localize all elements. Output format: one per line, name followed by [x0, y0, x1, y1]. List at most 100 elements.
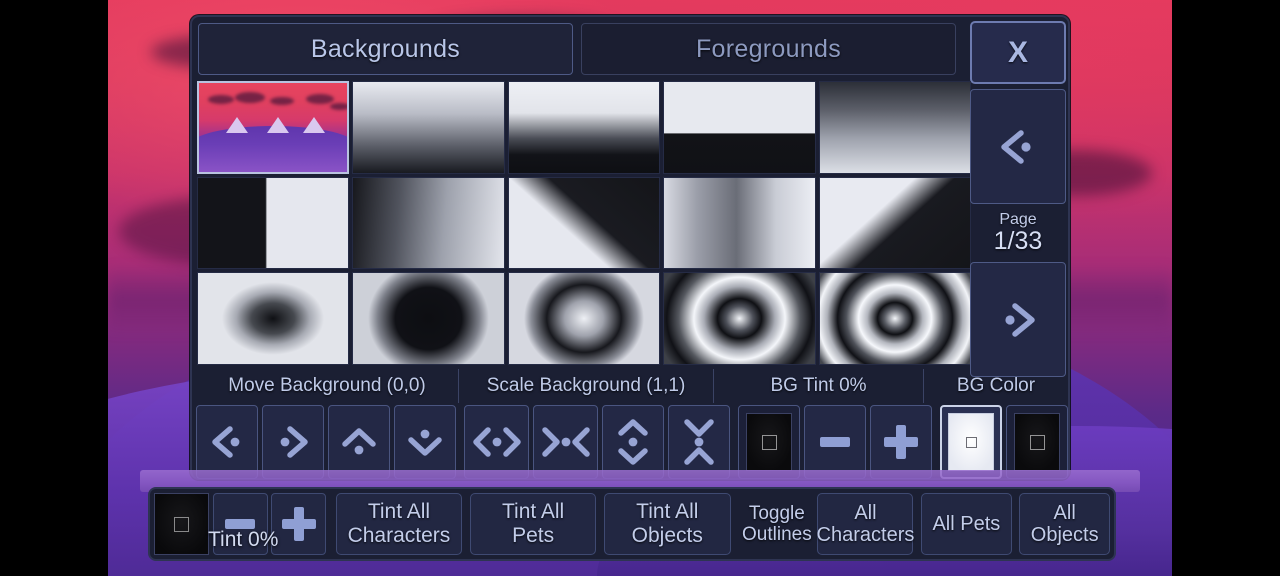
tint-all-characters-line1: Tint All [367, 500, 431, 524]
all-characters-line2: Characters [816, 524, 915, 546]
thumbnail-preview [353, 273, 504, 364]
tab-foregrounds-label: Foregrounds [695, 34, 842, 63]
swatch-inner-square [761, 434, 777, 450]
global-tint-increase-button[interactable] [271, 493, 327, 555]
all-objects-line2: Objects [1030, 524, 1099, 546]
contract-horizontal-icon [541, 427, 590, 457]
scale-height-decrease-button[interactable] [668, 405, 730, 479]
thumbnail-split-vertical[interactable] [197, 176, 350, 270]
thumbnail-radial-rings-two[interactable] [663, 272, 816, 365]
thumbnail-gradient-horizontal-inverse[interactable] [663, 176, 816, 270]
arrow-right-dot-icon [280, 426, 308, 458]
thumbnail-split-horizontal[interactable] [663, 81, 816, 174]
move-up-button[interactable] [328, 405, 390, 479]
thumbnail-diagonal-up-right[interactable] [507, 176, 661, 270]
thumbnail-preview [199, 83, 348, 172]
scale-width-decrease-button[interactable] [533, 405, 598, 479]
scale-button-group [464, 405, 730, 479]
thumbnail-gradient-vertical-dark-top[interactable] [818, 81, 971, 174]
thumbnail-preview [508, 82, 660, 173]
thumbnail-preview [664, 177, 815, 269]
plus-icon [884, 425, 918, 459]
all-pets-line1: All Pets [932, 512, 1001, 535]
thumbnail-preview [353, 177, 504, 269]
thumbnail-gradient-vertical-hard[interactable] [507, 81, 661, 174]
global-tint-decrease-button[interactable] [212, 493, 268, 555]
chevron-left-dot-icon [1001, 129, 1031, 164]
swatch-inner-square [1029, 434, 1045, 450]
thumbnail-radial-dark-ellipse[interactable] [352, 272, 505, 365]
thumbnail-radial-rings-three[interactable] [818, 272, 971, 365]
thumbnail-radial-light-center[interactable] [507, 272, 661, 365]
bg-tint-increase-button[interactable] [870, 405, 932, 479]
thumbnail-diagonal-down-right[interactable] [818, 176, 971, 270]
all-pets-button[interactable]: All Pets [921, 493, 1012, 555]
tab-foregrounds[interactable]: Foregrounds [581, 23, 956, 75]
page-indicator: Page 1/33 [970, 204, 1066, 262]
bg-tint-decrease-button[interactable] [804, 405, 866, 479]
move-down-button[interactable] [394, 405, 456, 479]
scale-height-increase-button[interactable] [602, 405, 664, 479]
expand-vertical-icon [618, 419, 648, 465]
scenic-peak [302, 116, 325, 133]
move-background-label: Move Background (0,0) [196, 369, 459, 403]
scenic-cloud [207, 95, 234, 105]
tab-bar: Backgrounds Foregrounds [198, 23, 956, 75]
tint-all-pets-button[interactable]: Tint All Pets [469, 493, 597, 555]
bg-color-white-swatch[interactable] [940, 405, 1002, 479]
next-page-button[interactable] [970, 262, 1066, 377]
thumbnail-preview [353, 82, 504, 173]
scenic-cloud [329, 102, 348, 110]
close-button[interactable]: X [970, 21, 1066, 84]
thumbnail-preview [198, 273, 349, 364]
thumbnail-grid [197, 81, 971, 365]
bg-tint-group [738, 405, 932, 479]
move-button-group [196, 405, 456, 479]
all-objects-button[interactable]: All Objects [1019, 493, 1111, 555]
tint-all-objects-line1: Tint All [636, 500, 699, 524]
thumbnail-gradient-horizontal[interactable] [352, 176, 505, 270]
contract-vertical-icon [684, 419, 714, 465]
control-section-labels: Move Background (0,0) Scale Background (… [196, 369, 1068, 403]
toggle-outlines-line1: Toggle [748, 502, 805, 524]
tint-all-objects-line2: Objects [631, 524, 703, 547]
all-characters-button[interactable]: All Characters [816, 493, 915, 555]
bg-color-black-swatch[interactable] [1006, 405, 1068, 479]
page-label: Page [999, 210, 1037, 228]
tab-backgrounds[interactable]: Backgrounds [198, 23, 573, 75]
tab-backgrounds-label: Backgrounds [310, 34, 461, 63]
swatch-inner-square [173, 516, 189, 532]
global-tint-swatch[interactable] [154, 493, 209, 555]
thumbnail-scenic-sunset-landscape[interactable] [197, 81, 350, 174]
thumbnail-preview [508, 177, 660, 269]
thumbnail-preview [198, 177, 349, 269]
move-left-button[interactable] [196, 405, 258, 479]
tint-all-characters-line2: Characters [347, 524, 451, 547]
previous-page-button[interactable] [970, 89, 1066, 204]
arrow-down-dot-icon [408, 429, 442, 456]
thumbnail-preview [664, 82, 815, 173]
bg-color-label: BG Color [956, 375, 1036, 396]
bg-tint-swatch[interactable] [738, 405, 800, 479]
bg-color-group [940, 405, 1068, 479]
minus-icon [225, 519, 256, 529]
scale-width-increase-button[interactable] [464, 405, 529, 479]
chevron-right-dot-icon [1005, 302, 1035, 337]
minus-icon [820, 437, 850, 447]
thumbnail-gradient-vertical-soft[interactable] [352, 81, 505, 174]
thumbnail-radial-dark-center[interactable] [197, 272, 350, 365]
page-value: 1/33 [993, 227, 1043, 256]
scenic-cloud [305, 93, 334, 104]
scale-background-label: Scale Background (1,1) [459, 369, 714, 403]
tint-all-pets-line2: Pets [512, 524, 555, 547]
arrow-up-dot-icon [342, 428, 376, 455]
move-right-button[interactable] [262, 405, 324, 479]
scenic-cloud [234, 91, 265, 103]
toggle-outlines-button[interactable]: Toggle Outlines [740, 493, 814, 555]
plus-icon [281, 507, 316, 541]
scenic-cloud [270, 97, 295, 106]
tint-all-characters-button[interactable]: Tint All Characters [335, 493, 463, 555]
tint-all-objects-button[interactable]: Tint All Objects [603, 493, 731, 555]
expand-horizontal-icon [472, 427, 521, 457]
bg-tint-label: BG Tint 0% [714, 369, 924, 403]
